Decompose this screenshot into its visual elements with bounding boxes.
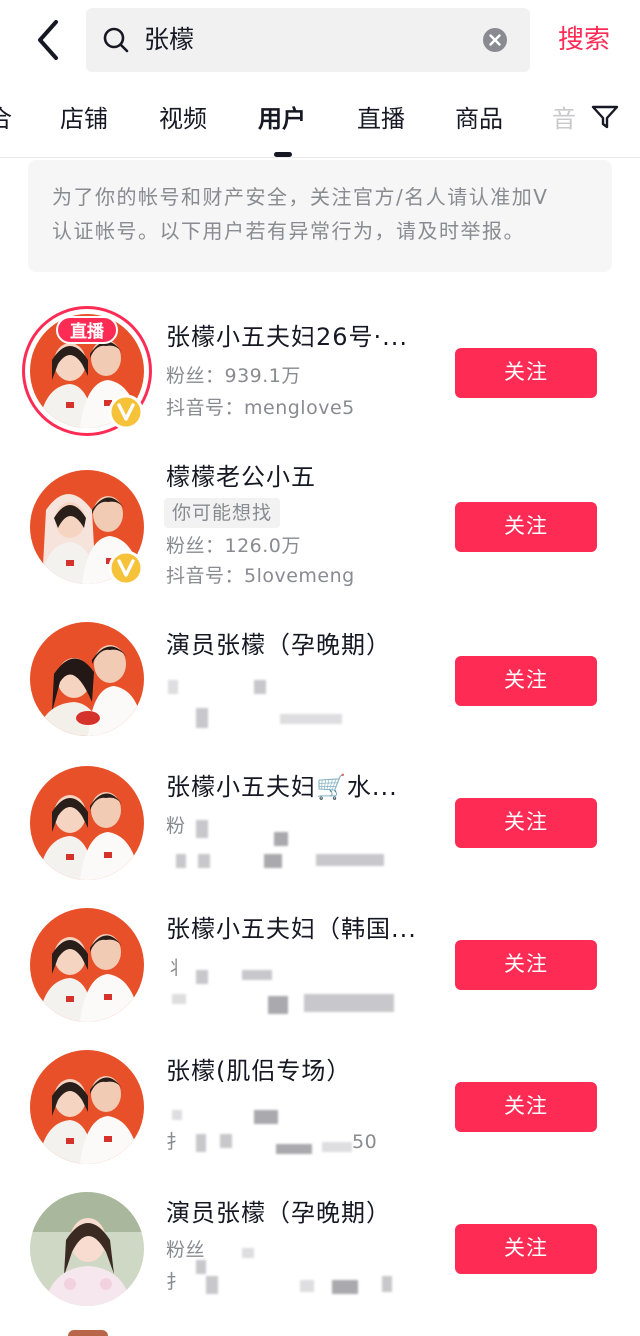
- douyin-id: 扌: [166, 1271, 186, 1293]
- blurred-info: [176, 854, 186, 868]
- avatar[interactable]: [30, 1050, 144, 1164]
- couple-photo-icon: [30, 908, 144, 1022]
- verified-icon: [108, 550, 144, 586]
- blurred-info: [332, 1280, 358, 1294]
- follow-button[interactable]: 关注: [455, 348, 597, 398]
- user-row[interactable]: 演员张檬（孕晚期） 粉丝 扌 关注: [0, 1180, 640, 1322]
- follow-button[interactable]: 关注: [455, 1082, 597, 1132]
- tab-comprehensive[interactable]: 合: [0, 102, 12, 136]
- user-row[interactable]: 张檬(肌侣专场） 扌 50 关注: [0, 1038, 640, 1180]
- top-bar: 搜索: [0, 0, 640, 82]
- user-name: 张檬小五夫妇🛒水...: [166, 773, 398, 801]
- woman-photo-icon: [30, 1192, 144, 1306]
- blurred-info: [206, 1276, 218, 1294]
- blurred-info: [264, 854, 282, 868]
- active-tab-indicator: [274, 152, 292, 157]
- user-row[interactable]: 直播 张檬小五夫妇26号·... 粉丝：939.1万 抖音号：menglove5…: [0, 300, 640, 442]
- fans-count: 丬: [166, 957, 186, 979]
- blurred-info: [316, 854, 384, 866]
- couple-photo-icon: [30, 1050, 144, 1164]
- avatar[interactable]: [30, 1192, 144, 1306]
- user-name: 演员张檬（孕晚期）: [166, 1199, 391, 1227]
- blurred-info: [254, 1110, 278, 1124]
- fans-count: 粉丝：126.0万: [166, 535, 301, 557]
- blurred-info: [382, 1276, 392, 1292]
- user-row[interactable]: 演员张檬（孕晚期） 关注: [0, 610, 640, 752]
- blurred-info: [196, 708, 208, 728]
- douyin-id-suffix: 50: [352, 1131, 378, 1153]
- suggestion-tag: 你可能想找: [164, 498, 281, 528]
- notice-line-2: 认证帐号。以下用户若有异常行为，请及时举报。: [52, 219, 525, 243]
- blurred-info: [196, 1134, 206, 1152]
- tab-videos[interactable]: 视频: [159, 102, 207, 136]
- blurred-info: [220, 1134, 232, 1148]
- blurred-info: [242, 970, 272, 980]
- back-button[interactable]: [28, 18, 68, 62]
- follow-button[interactable]: 关注: [455, 502, 597, 552]
- follow-button[interactable]: 关注: [455, 940, 597, 990]
- blurred-info: [304, 994, 394, 1012]
- user-row[interactable]: 张檬小五夫妇🛒水... 粉 关注: [0, 754, 640, 896]
- tab-products[interactable]: 商品: [455, 102, 503, 136]
- blurred-info: [172, 994, 186, 1004]
- blurred-info: [276, 1144, 312, 1154]
- follow-button[interactable]: 关注: [455, 656, 597, 706]
- blurred-info: [280, 714, 342, 724]
- user-name: 张檬(肌侣专场）: [166, 1057, 352, 1085]
- tab-shops[interactable]: 店铺: [60, 102, 108, 136]
- follow-button[interactable]: 关注: [455, 1224, 597, 1274]
- clear-icon[interactable]: [482, 27, 508, 53]
- safety-notice: 为了你的帐号和财产安全，关注官方/名人请认准加V 认证帐号。以下用户若有异常行为…: [28, 160, 612, 272]
- blurred-info: [172, 1110, 182, 1120]
- search-box[interactable]: [86, 8, 530, 72]
- search-button[interactable]: 搜索: [558, 20, 610, 60]
- notice-line-1: 为了你的帐号和财产安全，关注官方/名人请认准加V: [52, 185, 549, 209]
- tab-music[interactable]: 音: [552, 102, 576, 136]
- filter-icon[interactable]: [590, 102, 620, 132]
- tab-users[interactable]: 用户: [258, 102, 306, 136]
- fans-count: 粉: [166, 815, 186, 837]
- blurred-info: [196, 970, 208, 984]
- tab-live[interactable]: 直播: [357, 102, 405, 136]
- search-input[interactable]: [144, 18, 464, 62]
- verified-icon: [108, 394, 144, 430]
- user-name: 演员张檬（孕晚期）: [166, 631, 391, 659]
- user-name: 张檬小五夫妇（韩国...: [166, 915, 417, 943]
- blurred-info: [322, 1142, 352, 1152]
- avatar[interactable]: [30, 908, 144, 1022]
- douyin-id: 抖音号：5lovemeng: [166, 565, 355, 587]
- search-icon: [103, 27, 129, 53]
- back-arrow-icon: [38, 20, 58, 60]
- avatar[interactable]: [30, 766, 144, 880]
- fans-count: 粉丝：939.1万: [166, 365, 301, 387]
- result-tabs: 合 店铺 视频 用户 直播 商品 音: [0, 90, 640, 158]
- blurred-info: [242, 1248, 254, 1258]
- blurred-info: [196, 1260, 206, 1274]
- couple-photo-icon: [30, 766, 144, 880]
- follow-button[interactable]: 关注: [455, 798, 597, 848]
- avatar[interactable]: [30, 622, 144, 736]
- live-badge: 直播: [56, 316, 118, 344]
- couple-photo-icon: [30, 622, 144, 736]
- user-name: 檬檬老公小五: [166, 463, 316, 491]
- user-row[interactable]: 檬檬老公小五 你可能想找 粉丝：126.0万 抖音号：5lovemeng 关注: [0, 454, 640, 596]
- user-row[interactable]: 张檬小五夫妇（韩国... 丬 关注: [0, 896, 640, 1038]
- blurred-info: [198, 854, 210, 868]
- douyin-id: 扌: [166, 1131, 186, 1153]
- blurred-info: [274, 832, 288, 846]
- user-name: 张檬小五夫妇26号·...: [166, 323, 409, 351]
- blurred-info: [300, 1280, 314, 1292]
- blurred-info: [196, 820, 208, 838]
- douyin-id: 抖音号：menglove5: [166, 397, 355, 419]
- next-avatar-edge: [68, 1330, 108, 1336]
- blurred-info: [168, 680, 178, 694]
- blurred-info: [254, 680, 266, 694]
- blurred-info: [268, 996, 288, 1014]
